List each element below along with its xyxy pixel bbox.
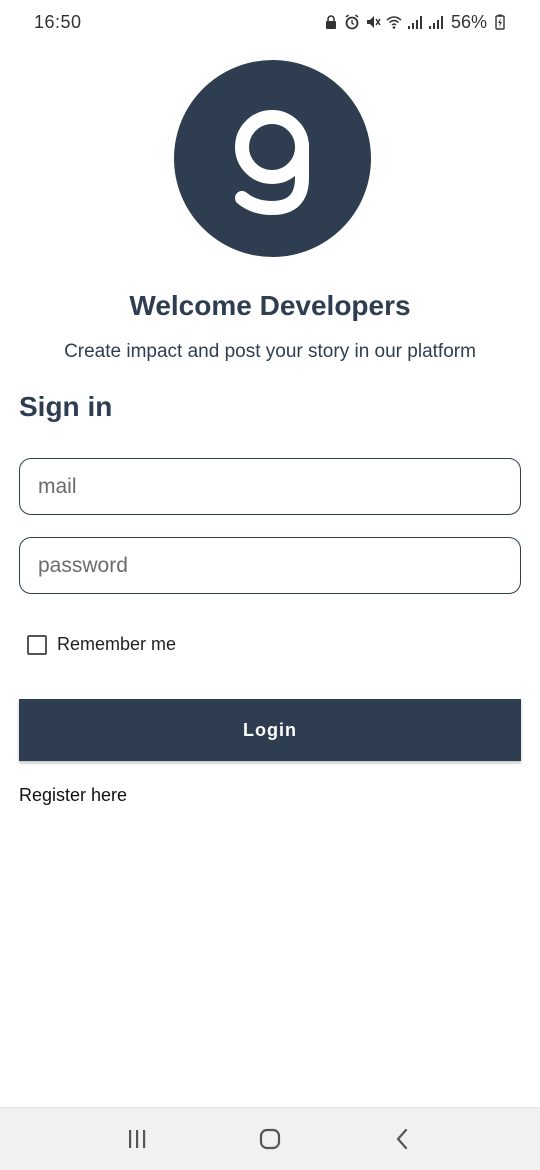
remember-me-checkbox[interactable]	[27, 634, 47, 655]
password-input[interactable]	[19, 537, 521, 594]
status-bar: 16:50 56%	[0, 0, 540, 44]
mail-input[interactable]	[19, 458, 521, 515]
app-logo	[174, 60, 371, 257]
signin-heading: Sign in	[19, 391, 113, 422]
lock-icon	[323, 14, 339, 30]
battery-charging-icon	[492, 14, 508, 30]
battery-percentage: 56%	[450, 11, 487, 32]
wifi-icon	[386, 14, 402, 30]
back-icon	[397, 1128, 408, 1150]
status-time: 16:50	[34, 11, 82, 32]
home-button[interactable]	[245, 1114, 295, 1164]
system-nav-bar	[0, 1107, 540, 1170]
welcome-subtitle: Create impact and post your story in our…	[64, 341, 476, 362]
signal-icon	[407, 14, 423, 30]
recent-apps-button[interactable]	[112, 1114, 162, 1164]
register-link[interactable]: Register here	[19, 785, 127, 806]
alarm-icon	[344, 14, 360, 30]
remember-me-row[interactable]: Remember me	[27, 634, 176, 655]
home-icon	[259, 1128, 281, 1150]
app-logo-icon	[235, 110, 309, 216]
status-icons: 56%	[323, 12, 508, 33]
remember-me-label: Remember me	[57, 634, 177, 654]
login-button[interactable]: Login	[19, 699, 521, 761]
recent-apps-icon	[128, 1130, 145, 1148]
mute-icon	[365, 14, 381, 30]
welcome-title: Welcome Developers	[129, 290, 411, 321]
signal-icon	[428, 14, 444, 30]
back-button[interactable]	[378, 1114, 428, 1164]
